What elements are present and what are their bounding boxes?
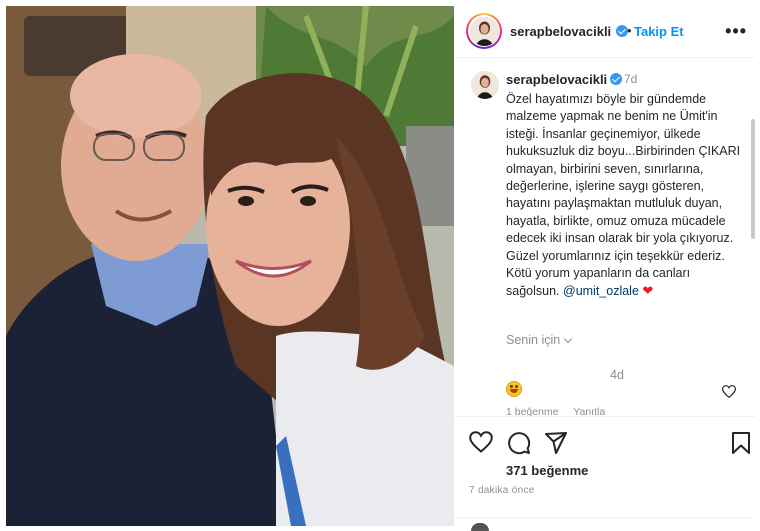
comments-scroll-area[interactable]: serapbelovacikli 7d Özel hayatımızı böyl… [455,59,755,429]
separator-dot: • [627,23,632,38]
heart-icon[interactable] [469,431,493,458]
mention-link[interactable]: @umit_ozlale [563,284,639,298]
avatar [471,523,489,531]
heart-outline-icon[interactable] [721,385,737,403]
actions-bar: 371 beğenme 7 dakika önce [455,416,755,531]
avatar [469,16,499,46]
comment-icon[interactable] [507,431,531,460]
scrollbar[interactable] [751,119,755,239]
likes-count[interactable]: 371 beğenme [506,463,588,478]
grinning-emoji-icon [506,381,522,397]
more-options-icon[interactable]: ••• [725,21,747,42]
caption-time[interactable]: 7d [624,72,637,86]
caption-avatar[interactable] [471,71,499,99]
follow-button[interactable]: Takip Et [634,24,684,39]
selfie-illustration [6,6,454,526]
post-timestamp[interactable]: 7 dakika önce [469,485,535,496]
instagram-post-window: serapbelovacikli • Takip Et ••• serapbel… [0,0,760,531]
caption-username[interactable]: serapbelovacikli [506,72,607,87]
post-photo[interactable] [6,6,454,526]
comment-filter-dropdown[interactable]: Senin için [506,333,573,347]
header-username[interactable]: serapbelovacikli [510,24,611,39]
bookmark-icon[interactable] [731,431,751,460]
verified-badge-icon [610,73,622,85]
comment-time: 4d [610,368,624,382]
caption-body: Özel hayatımızı böyle bir gündemde malze… [506,92,741,299]
story-avatar[interactable] [466,13,502,49]
share-icon[interactable] [544,431,568,460]
caption-text: Özel hayatımızı böyle bir gündemde malze… [506,91,746,301]
red-heart-emoji: ❤ [642,283,654,299]
divider [455,517,755,518]
chevron-down-icon [563,334,573,344]
post-detail-panel: serapbelovacikli • Takip Et ••• serapbel… [455,6,755,531]
post-header: serapbelovacikli • Takip Et ••• [455,6,755,58]
comment-filter-label: Senin için [506,333,561,347]
